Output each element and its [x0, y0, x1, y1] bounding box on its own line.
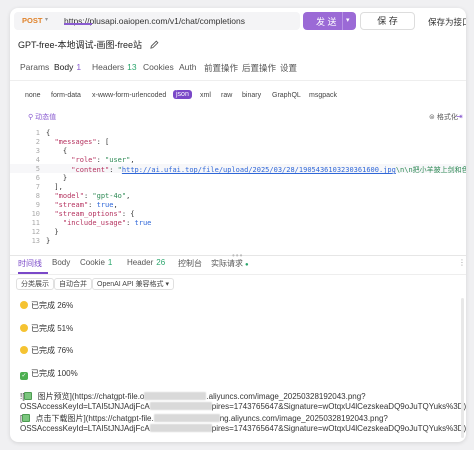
- tab-settings[interactable]: 设置: [280, 62, 297, 74]
- line-number: 5: [35, 165, 40, 173]
- code-line: ],: [46, 183, 63, 191]
- line-number: 4: [35, 156, 40, 164]
- output-line: ![ 图片预览](https://chatgpt-file.o .aliyuncs…: [20, 392, 366, 401]
- url-box[interactable]: POST ▾ https://plusapi.oaiopen.com/v1/ch…: [14, 12, 300, 30]
- progress-line: 已完成 76%: [20, 345, 73, 356]
- redacted-text: [153, 414, 220, 422]
- json-editor[interactable]: 1 { 2 "messages": [ 3 { 4 "role": "user"…: [10, 126, 466, 254]
- tab-cookies[interactable]: Cookies: [143, 62, 174, 72]
- send-divider: [342, 12, 343, 30]
- line-number: 9: [35, 201, 40, 209]
- smiley-icon: [20, 324, 28, 332]
- chevron-down-icon[interactable]: ▾: [346, 16, 350, 24]
- code-line: {: [46, 147, 68, 155]
- output-line: OSSAccessKeyId=LTAI5tJNJAdjFcA pires=1743…: [20, 402, 466, 411]
- body-type-raw[interactable]: raw: [221, 92, 232, 99]
- line-number: 2: [35, 138, 40, 146]
- scrollbar[interactable]: [461, 298, 464, 438]
- body-type-urlencoded[interactable]: x-www-form-urlencoded: [92, 92, 166, 99]
- tab-console[interactable]: 控制台: [178, 258, 202, 269]
- line-number: 3: [35, 147, 40, 155]
- tab-timeline[interactable]: 时间线: [18, 258, 42, 269]
- body-type-form-data[interactable]: form-data: [51, 92, 81, 99]
- line-number: 10: [31, 210, 40, 218]
- line-number: 8: [35, 192, 40, 200]
- code-line: "model": "gpt-4o",: [54, 192, 131, 200]
- code-line: "stream": true,: [54, 201, 118, 209]
- body-type-selector: none form-data x-www-form-urlencoded jso…: [10, 90, 466, 104]
- active-tab-indicator: [64, 23, 92, 25]
- code-line: }: [46, 228, 59, 236]
- progress-line: 已完成 51%: [20, 323, 73, 334]
- body-type-msgpack[interactable]: msgpack: [309, 92, 337, 99]
- dynamic-value-button[interactable]: ⚲ 动态值: [28, 112, 56, 122]
- tab-headers[interactable]: Headers 13: [92, 62, 137, 72]
- smiley-icon: [20, 346, 28, 354]
- check-icon: ✓: [20, 372, 28, 380]
- tab-pre-ops[interactable]: 前置操作: [204, 62, 238, 74]
- request-window: POST ▾ https://plusapi.oaiopen.com/v1/ch…: [10, 8, 466, 442]
- tab-response-cookie[interactable]: Cookie 1: [80, 258, 112, 267]
- auto-merge-toggle[interactable]: 自动合并: [54, 278, 92, 290]
- request-title-row: GPT-free-本地调试-画图-free站: [18, 38, 159, 52]
- more-icon[interactable]: ⋮: [458, 258, 466, 267]
- image-icon: [24, 392, 33, 400]
- save-button[interactable]: 保 存: [360, 12, 415, 30]
- tab-response-body[interactable]: Body: [52, 258, 70, 267]
- send-label: 发 送: [316, 17, 337, 27]
- smiley-icon: [20, 301, 28, 309]
- body-type-graphql[interactable]: GraphQL: [272, 92, 301, 99]
- code-line: }: [46, 174, 68, 182]
- method-select[interactable]: POST: [22, 16, 42, 25]
- response-tabs: 时间线 Body Cookie 1 Header 26 控制台 实际请求 ●: [10, 258, 466, 272]
- request-bar: POST ▾ https://plusapi.oaiopen.com/v1/ch…: [10, 10, 466, 32]
- line-number: 11: [31, 219, 40, 227]
- format-select[interactable]: OpenAI API 兼容格式 ▾: [92, 278, 174, 290]
- tab-actual-request[interactable]: 实际请求 ●: [211, 258, 249, 269]
- redacted-text: [149, 424, 212, 432]
- body-type-xml[interactable]: xml: [200, 92, 211, 99]
- code-line: "include_usage": true: [62, 219, 152, 227]
- format-icon: ⊜: [429, 114, 435, 121]
- send-button[interactable]: 发 送 ▾: [303, 12, 356, 30]
- code-line: "messages": [: [54, 138, 110, 146]
- code-line: }: [46, 237, 51, 245]
- tab-auth[interactable]: Auth: [179, 62, 197, 72]
- line-number: 6: [35, 174, 40, 182]
- line-number: 1: [35, 129, 40, 137]
- progress-line: ✓ 已完成 100%: [20, 369, 78, 380]
- output-line: OSSAccessKeyId=LTAI5tJNJAdjFcA pires=1743…: [20, 424, 466, 433]
- tab-params[interactable]: Params: [20, 62, 49, 72]
- pencil-icon[interactable]: [150, 40, 159, 49]
- request-title: GPT-free-本地调试-画图-free站: [18, 40, 143, 50]
- redacted-text: [149, 402, 212, 410]
- code-line: "role": "user",: [71, 156, 135, 164]
- redacted-text: [144, 392, 207, 400]
- body-type-binary[interactable]: binary: [242, 92, 261, 99]
- code-line: {: [46, 129, 51, 137]
- divider: [10, 274, 466, 275]
- request-tabs: Params Body 1 Headers 13 Cookies Auth 前置操作…: [10, 62, 466, 78]
- body-type-json[interactable]: json: [173, 90, 192, 99]
- wrap-icon[interactable]: ⇥: [456, 112, 463, 121]
- code-line: "stream_options": {: [54, 210, 135, 218]
- group-display-toggle[interactable]: 分类展示: [16, 278, 54, 290]
- body-type-none[interactable]: none: [25, 92, 41, 99]
- image-icon: [22, 414, 31, 422]
- line-number: 13: [31, 237, 40, 245]
- line-number: 12: [31, 228, 40, 236]
- chevron-down-icon[interactable]: ▾: [45, 16, 48, 23]
- tab-response-header[interactable]: Header 26: [127, 258, 165, 267]
- code-line: "content": "http://ai.ufai.top/file/uplo…: [71, 166, 466, 174]
- save-as-button[interactable]: 保存为接口: [428, 16, 466, 28]
- tab-post-ops[interactable]: 后置操作: [242, 62, 276, 74]
- divider: [10, 80, 466, 81]
- output-line: [ 点击下载图片](https://chatgpt-file. ng.aliyun…: [20, 414, 388, 423]
- format-button[interactable]: ⊜ 格式化: [429, 112, 458, 122]
- line-number: 7: [35, 183, 40, 191]
- progress-line: 已完成 26%: [20, 300, 73, 311]
- tab-body[interactable]: Body 1: [54, 62, 81, 72]
